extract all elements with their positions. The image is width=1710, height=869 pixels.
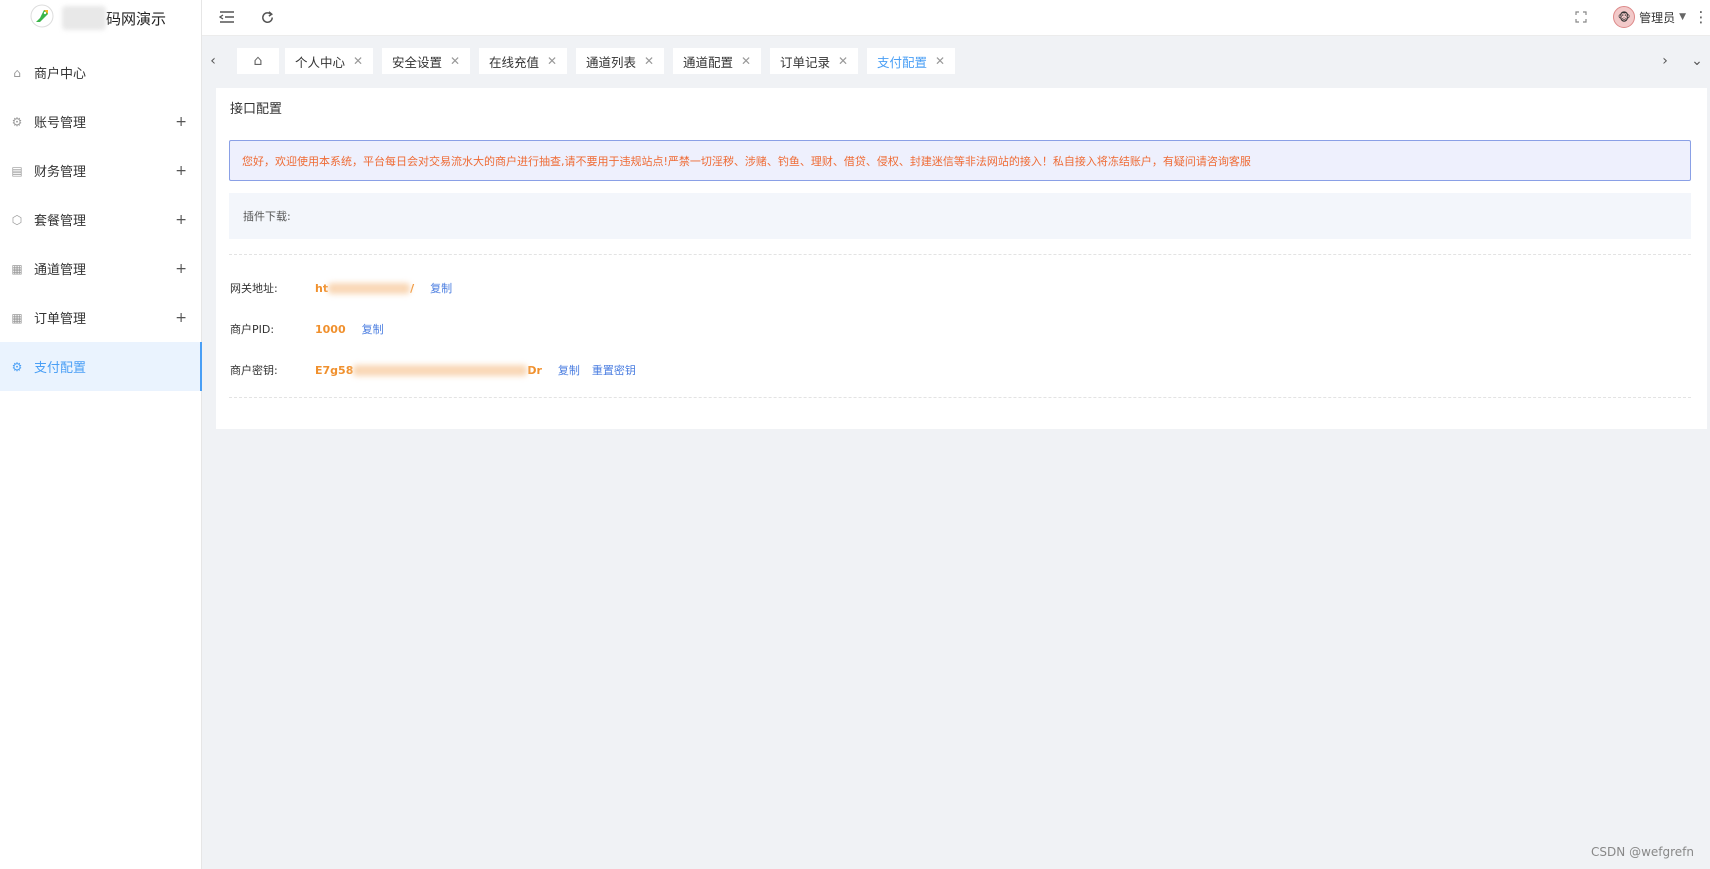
key-label: 商户密钥: — [230, 364, 278, 377]
top-header: 🐵 管理员 ▼ ⋮ — [202, 0, 1710, 36]
more-vertical-icon[interactable]: ⋮ — [1692, 8, 1710, 26]
gateway-value: ht / — [315, 281, 415, 295]
app-title: 码网演示 — [106, 9, 167, 28]
tabs-scroll-right-icon[interactable]: › — [1654, 48, 1676, 74]
user-name: 管理员 — [1639, 10, 1676, 25]
sidebar-item-label: 订单管理 — [34, 312, 87, 327]
logo-blurred-name — [62, 6, 106, 30]
sidebar-item-finance[interactable]: ▤ 财务管理 + — [0, 146, 201, 195]
watermark: CSDN @wefgrefn — [1591, 845, 1694, 859]
plugin-download-label: 插件下载: — [243, 210, 291, 223]
divider — [229, 397, 1691, 398]
notice-alert: 您好，欢迎使用本系统，平台每日会对交易流水大的商户进行抽查,请不要用于违规站点!… — [229, 140, 1691, 181]
sidebar-item-account[interactable]: ⚙ 账号管理 + — [0, 97, 201, 146]
redacted-blur — [353, 365, 528, 376]
reset-key-link[interactable]: 重置密钥 — [592, 362, 636, 378]
close-icon[interactable]: ✕ — [353, 54, 363, 68]
tab-label: 安全设置 — [392, 54, 443, 70]
sidebar-item-package[interactable]: ⬡ 套餐管理 + — [0, 195, 201, 244]
grid-icon: ▦ — [11, 261, 23, 276]
expand-icon[interactable]: + — [175, 310, 187, 326]
key-row: 商户密钥: E7g58 Dr 复制 重置密钥 — [230, 362, 636, 378]
tab-order-records[interactable]: 订单记录 ✕ — [770, 48, 859, 74]
sidebar-item-label: 套餐管理 — [34, 214, 87, 229]
pid-label: 商户PID: — [230, 323, 275, 336]
sidebar-menu: ⌂ 商户中心 ⚙ 账号管理 + ▤ 财务管理 + ⬡ 套餐管理 + ▦ 通道管理… — [0, 48, 202, 391]
expand-icon[interactable]: + — [175, 212, 187, 228]
user-menu[interactable]: 🐵 管理员 ▼ — [1613, 6, 1686, 28]
tab-channel-list[interactable]: 通道列表 ✕ — [576, 48, 665, 74]
tab-personal-center[interactable]: 个人中心 ✕ — [285, 48, 374, 74]
plugin-download: 插件下载: — [229, 193, 1691, 239]
sidebar-item-payment-config[interactable]: ⚙ 支付配置 — [0, 342, 202, 391]
copy-gateway-link[interactable]: 复制 — [430, 280, 452, 296]
expand-icon[interactable]: + — [175, 114, 187, 130]
gear-icon: ⚙ — [11, 359, 23, 374]
tab-label: 通道列表 — [586, 54, 637, 70]
gateway-label: 网关地址: — [230, 282, 278, 295]
tab-channel-config[interactable]: 通道配置 ✕ — [673, 48, 762, 74]
finance-icon: ▤ — [11, 163, 23, 178]
menu-collapse-icon[interactable] — [218, 8, 236, 26]
sidebar-item-label: 账号管理 — [34, 116, 87, 131]
sidebar-item-label: 支付配置 — [34, 361, 87, 376]
sidebar: 码网演示 ⌂ 商户中心 ⚙ 账号管理 + ▤ 财务管理 + ⬡ 套餐管理 + ▦… — [0, 0, 202, 869]
close-icon[interactable]: ✕ — [547, 54, 557, 68]
copy-pid-link[interactable]: 复制 — [362, 321, 384, 337]
close-icon[interactable]: ✕ — [838, 54, 848, 68]
tab-label: 支付配置 — [877, 54, 928, 70]
cube-icon: ⬡ — [11, 212, 23, 227]
fullscreen-icon[interactable] — [1572, 8, 1590, 26]
sidebar-item-label: 财务管理 — [34, 165, 87, 180]
sidebar-item-label: 通道管理 — [34, 263, 87, 278]
tab-label: 在线充值 — [489, 54, 540, 70]
gateway-row: 网关地址: ht / 复制 — [230, 280, 452, 296]
chevron-down-icon: ▼ — [1679, 12, 1686, 22]
grid-icon: ▦ — [11, 310, 23, 325]
interface-config-card: 接口配置 您好，欢迎使用本系统，平台每日会对交易流水大的商户进行抽查,请不要用于… — [216, 88, 1707, 429]
home-icon: ⌂ — [253, 53, 263, 69]
home-icon: ⌂ — [13, 65, 21, 80]
expand-icon[interactable]: + — [175, 261, 187, 277]
tab-online-recharge[interactable]: 在线充值 ✕ — [479, 48, 568, 74]
sidebar-item-merchant-center[interactable]: ⌂ 商户中心 — [0, 48, 201, 97]
card-title: 接口配置 — [230, 102, 283, 117]
tabs-scroll-left-icon[interactable]: ‹ — [202, 48, 224, 74]
copy-key-link[interactable]: 复制 — [558, 362, 580, 378]
logo[interactable]: 码网演示 — [0, 0, 201, 36]
pid-row: 商户PID: 1000 复制 — [230, 321, 384, 337]
tab-payment-config[interactable]: 支付配置 ✕ — [867, 48, 956, 74]
expand-icon[interactable]: + — [175, 163, 187, 179]
refresh-icon[interactable] — [258, 8, 276, 26]
avatar: 🐵 — [1613, 6, 1636, 28]
redacted-blur — [328, 283, 411, 294]
sidebar-item-label: 商户中心 — [34, 67, 87, 82]
tabs-dropdown-icon[interactable]: ⌄ — [1686, 48, 1708, 74]
sidebar-item-order[interactable]: ▦ 订单管理 + — [0, 293, 201, 342]
tab-label: 个人中心 — [295, 54, 346, 70]
tab-security-settings[interactable]: 安全设置 ✕ — [382, 48, 471, 74]
close-icon[interactable]: ✕ — [644, 54, 654, 68]
divider — [229, 254, 1691, 255]
sidebar-item-channel[interactable]: ▦ 通道管理 + — [0, 244, 201, 293]
tabs-bar: ‹ ⌂ 个人中心 ✕ 安全设置 ✕ 在线充值 ✕ 通道列表 ✕ 通道配置 ✕ 订单记录 ✕ … — [202, 44, 1710, 76]
tab-home[interactable]: ⌂ — [237, 48, 279, 74]
key-value: E7g58 Dr — [315, 363, 542, 377]
gear-icon: ⚙ — [11, 114, 23, 129]
tab-label: 通道配置 — [683, 54, 734, 70]
rocket-logo-icon — [30, 4, 54, 32]
pid-value: 1000 — [315, 322, 346, 336]
close-icon[interactable]: ✕ — [935, 54, 945, 68]
close-icon[interactable]: ✕ — [741, 54, 751, 68]
close-icon[interactable]: ✕ — [450, 54, 460, 68]
tab-label: 订单记录 — [780, 54, 831, 70]
